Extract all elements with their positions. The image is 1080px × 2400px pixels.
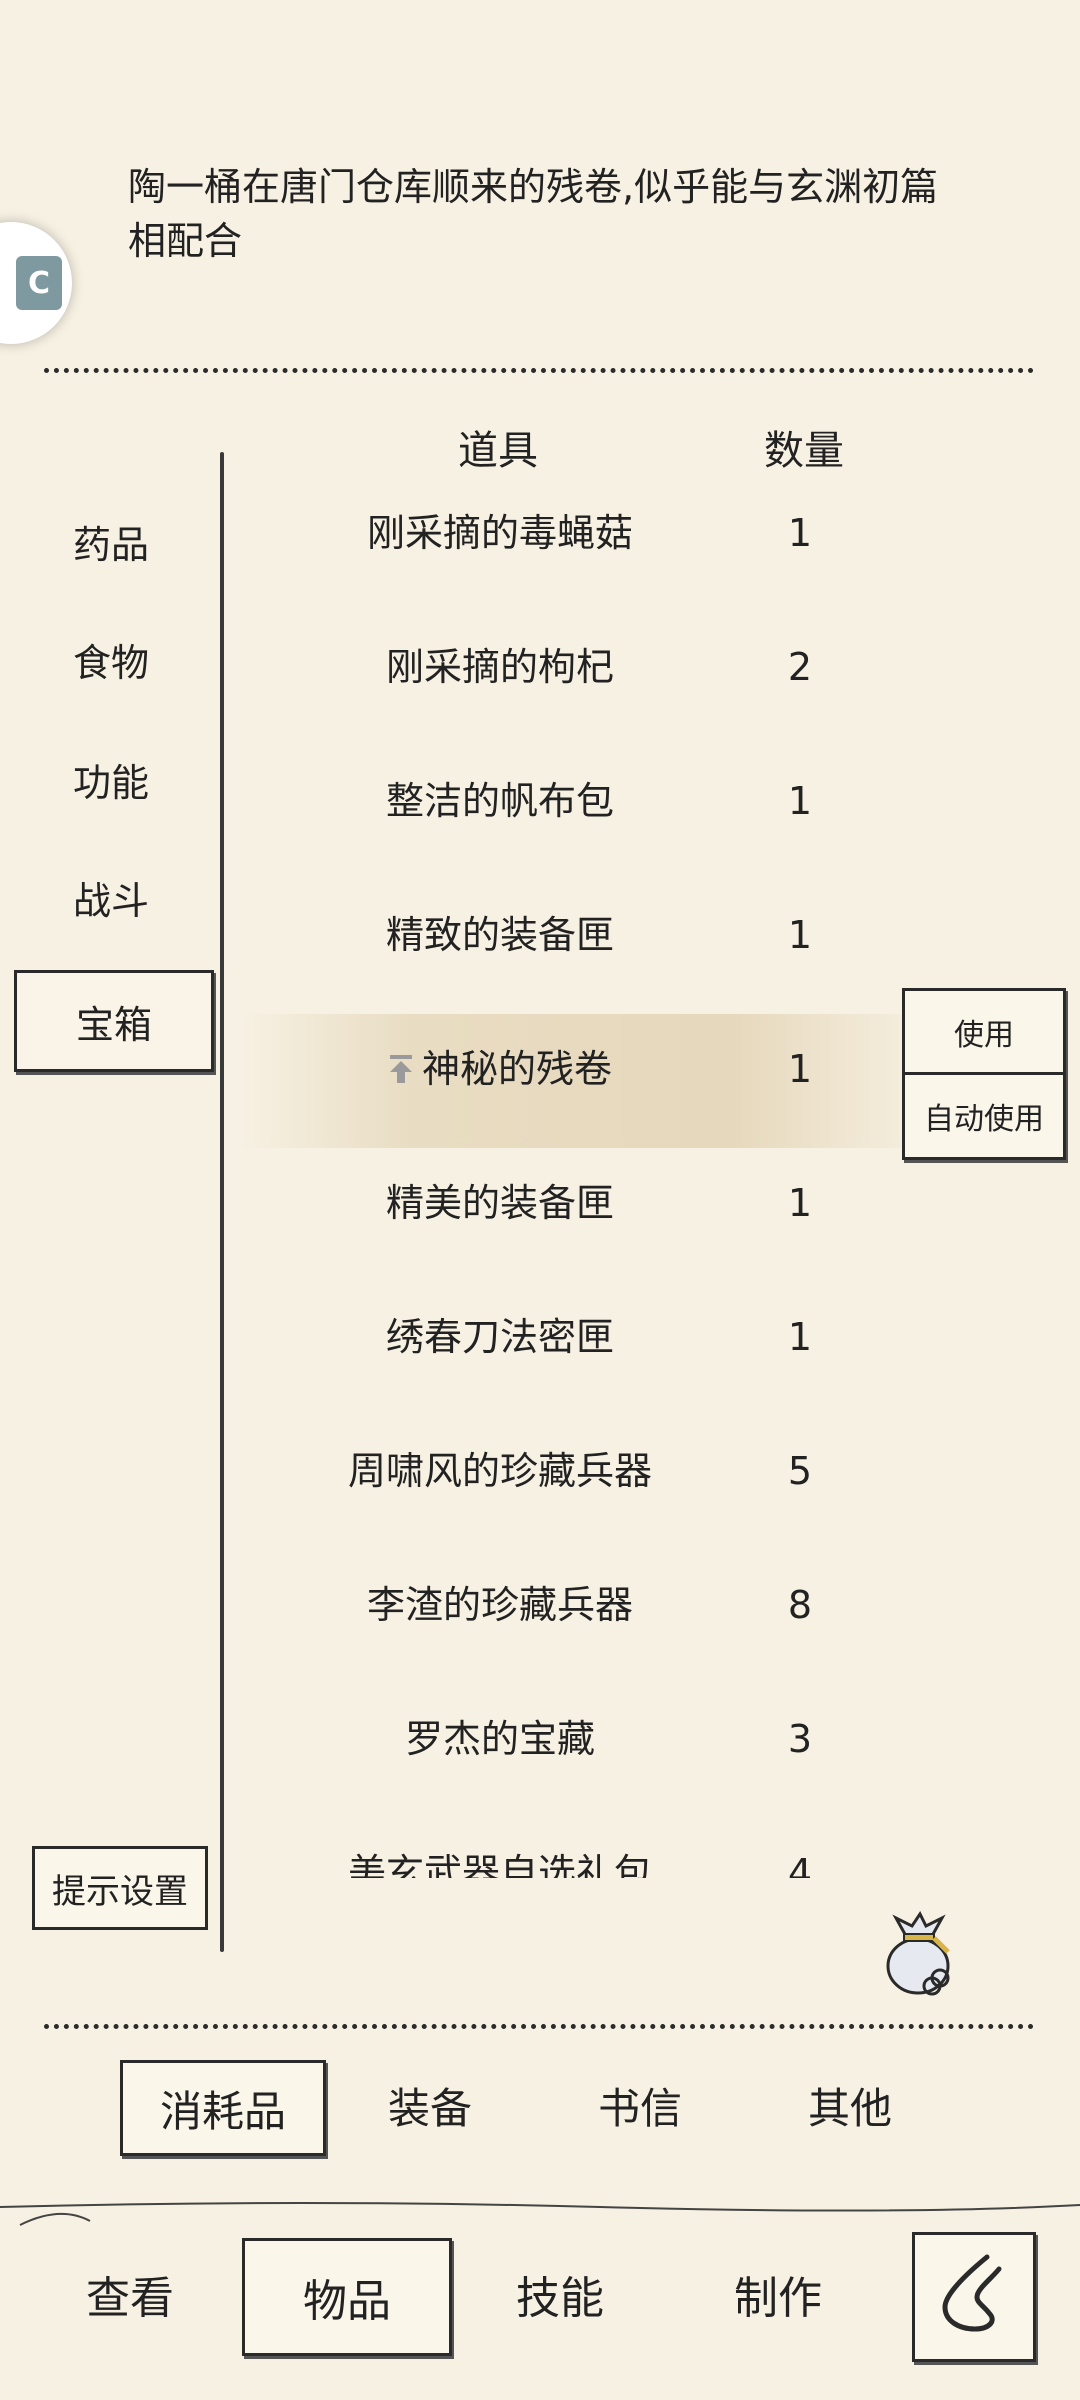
app-shortcut-icon: C <box>16 256 62 310</box>
tab-view[interactable]: 查看 <box>60 2238 200 2350</box>
tab-crafting[interactable]: 制作 <box>708 2238 848 2350</box>
pin-top-icon <box>389 1055 412 1083</box>
item-row[interactable]: 整洁的帆布包 1 <box>240 746 940 880</box>
item-quantity: 1 <box>787 1315 813 1359</box>
subtab-equipment[interactable]: 装备 <box>340 2060 520 2150</box>
top-divider <box>44 368 1034 373</box>
item-quantity: 2 <box>787 645 813 689</box>
item-list[interactable]: 刚采摘的毒蝇菇 1 刚采摘的枸杞 2 整洁的帆布包 1 精致的装备匣 1 神秘的… <box>240 478 940 1878</box>
item-quantity: 1 <box>787 511 813 555</box>
category-food[interactable]: 食物 <box>30 624 192 694</box>
category-chest[interactable]: 宝箱 <box>14 970 214 1072</box>
item-name: 李渣的珍藏兵器 <box>366 1583 633 1627</box>
item-name: 精致的装备匣 <box>385 913 614 957</box>
item-quantity: 4 <box>787 1851 813 1878</box>
category-divider-line <box>220 452 224 1952</box>
item-row[interactable]: 罗杰的宝藏 3 <box>240 1684 940 1818</box>
hint-settings-button[interactable]: 提示设置 <box>32 1846 208 1930</box>
back-button[interactable] <box>912 2232 1036 2362</box>
column-header-quantity: 数量 <box>764 428 844 474</box>
item-name: 整洁的帆布包 <box>385 779 614 823</box>
item-quantity: 1 <box>787 779 813 823</box>
category-combat[interactable]: 战斗 <box>30 862 192 932</box>
item-name: 绣春刀法密匣 <box>385 1315 614 1359</box>
item-row-selected[interactable]: 神秘的残卷 1 <box>240 1014 940 1148</box>
use-button[interactable]: 使用 <box>902 988 1066 1076</box>
bottom-divider <box>44 2024 1034 2029</box>
item-row[interactable]: 绣春刀法密匣 1 <box>240 1282 940 1416</box>
item-row[interactable]: 李渣的珍藏兵器 8 <box>240 1550 940 1684</box>
item-name: 刚采摘的枸杞 <box>385 645 614 689</box>
item-quantity: 1 <box>787 913 813 957</box>
category-function[interactable]: 功能 <box>30 744 192 814</box>
item-name: 刚采摘的毒蝇菇 <box>366 511 633 555</box>
item-quantity: 1 <box>787 1047 813 1091</box>
item-name: 神秘的残卷 <box>421 1047 612 1091</box>
item-quantity: 3 <box>787 1717 813 1761</box>
subtab-consumables[interactable]: 消耗品 <box>120 2060 326 2156</box>
item-name: 美玄武器自选礼包 <box>347 1851 652 1878</box>
category-medicine[interactable]: 药品 <box>30 506 192 576</box>
back-arrow-icon <box>942 2254 1002 2332</box>
item-description: 陶一桶在唐门仓库顺来的残卷,似乎能与玄渊初篇相配合 <box>128 165 939 263</box>
subtab-letters[interactable]: 书信 <box>550 2060 730 2150</box>
money-bag-icon[interactable] <box>882 1908 960 1996</box>
subtab-other[interactable]: 其他 <box>760 2060 940 2150</box>
item-row[interactable]: 刚采摘的枸杞 2 <box>240 612 940 746</box>
tab-items[interactable]: 物品 <box>242 2238 452 2356</box>
tab-skills[interactable]: 技能 <box>490 2238 630 2350</box>
floating-shortcut-button[interactable]: C <box>0 222 72 344</box>
item-row[interactable]: 精致的装备匣 1 <box>240 880 940 1014</box>
item-quantity: 1 <box>787 1181 813 1225</box>
item-name: 罗杰的宝藏 <box>404 1717 595 1761</box>
item-quantity: 5 <box>787 1449 813 1493</box>
column-header-item: 道具 <box>458 428 538 474</box>
item-row[interactable]: 美玄武器自选礼包 4 <box>240 1818 940 1878</box>
item-row[interactable]: 刚采摘的毒蝇菇 1 <box>240 478 940 612</box>
item-name: 周啸风的珍藏兵器 <box>347 1449 652 1493</box>
item-row[interactable]: 周啸风的珍藏兵器 5 <box>240 1416 940 1550</box>
item-name: 精美的装备匣 <box>385 1181 614 1225</box>
item-row[interactable]: 精美的装备匣 1 <box>240 1148 940 1282</box>
item-quantity: 8 <box>787 1583 813 1627</box>
auto-use-button[interactable]: 自动使用 <box>902 1072 1066 1160</box>
